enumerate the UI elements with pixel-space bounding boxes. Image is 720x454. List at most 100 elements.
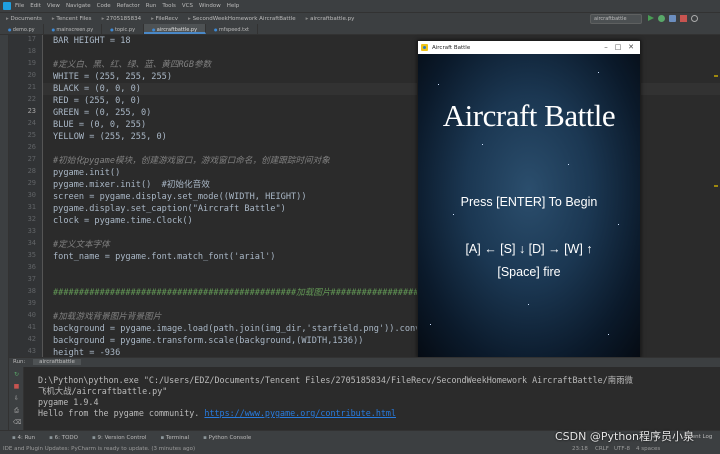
tab-topic[interactable]: topic.py xyxy=(102,24,145,34)
breadcrumb-item[interactable]: Documents xyxy=(6,16,42,22)
coverage-icon[interactable] xyxy=(669,15,676,22)
code-line[interactable]: RED = (255, 0, 0) xyxy=(53,95,141,107)
tool-tab-run[interactable]: 4: Run xyxy=(12,435,35,441)
print-icon[interactable]: ⎙ xyxy=(13,407,20,414)
breadcrumb-item[interactable]: FileRecv xyxy=(151,16,178,22)
breadcrumb-item[interactable]: SecondWeekHomework AircraftBattle xyxy=(188,16,296,22)
tool-tab-terminal[interactable]: Terminal xyxy=(160,435,189,441)
code-line[interactable]: pygame.init() xyxy=(53,167,120,179)
menu-tools[interactable]: Tools xyxy=(162,3,176,9)
code-comment[interactable]: #定义白、黑、红、绿、蓝、黄四RGB参数 xyxy=(53,59,211,71)
line-number: 29 xyxy=(27,179,36,187)
code-comment[interactable]: #加载游戏背景图片背景图片 xyxy=(53,311,161,323)
rerun-icon[interactable]: ↻ xyxy=(13,371,20,378)
run-configuration-select[interactable]: aircraftbattle xyxy=(590,14,642,24)
menu-bar: File Edit View Navigate Code Refactor Ru… xyxy=(0,0,720,12)
menu-vcs[interactable]: VCS xyxy=(182,3,193,9)
tab-mfspeed[interactable]: mfspeed.txt xyxy=(206,24,259,34)
navigation-bar: Documents Tencent Files 2705185834 FileR… xyxy=(0,12,720,24)
code-line[interactable]: font_name = pygame.font.match_font('aria… xyxy=(53,251,275,263)
breadcrumb-item[interactable]: 2705185834 xyxy=(102,16,141,22)
stop-icon[interactable] xyxy=(680,15,687,22)
line-number: 37 xyxy=(27,275,36,283)
pygame-window[interactable]: Aircraft Battle – □ ✕ Aircraft Battle Pr… xyxy=(417,40,641,358)
csdn-watermark: CSDN @Python程序员小泉 xyxy=(555,430,694,443)
code-line[interactable]: background = pygame.image.load(path.join… xyxy=(53,323,446,335)
star xyxy=(608,334,609,335)
menu-help[interactable]: Help xyxy=(227,3,240,9)
tool-tab-version-control[interactable]: 9: Version Control xyxy=(92,435,146,441)
menu-run[interactable]: Run xyxy=(146,3,157,9)
console-line: D:\Python\python.exe "C:/Users/EDZ/Docum… xyxy=(38,375,633,385)
menu-refactor[interactable]: Refactor xyxy=(117,3,140,9)
clear-icon[interactable]: ⌫ xyxy=(13,419,21,426)
debug-icon[interactable] xyxy=(658,15,665,22)
code-line[interactable]: BLUE = (0, 0, 255) xyxy=(53,119,146,131)
pygame-window-titlebar[interactable]: Aircraft Battle – □ ✕ xyxy=(418,41,640,54)
indent-setting[interactable]: 4 spaces xyxy=(636,444,660,454)
tab-mainscreen[interactable]: mainscreen.py xyxy=(44,24,103,34)
line-number: 21 xyxy=(27,83,36,91)
menu-code[interactable]: Code xyxy=(97,3,111,9)
tab-demo[interactable]: demo.py xyxy=(0,24,44,34)
game-canvas[interactable]: Aircraft Battle Press [ENTER] To Begin [… xyxy=(418,54,640,357)
code-line[interactable]: screen = pygame.display.set_mode((WIDTH,… xyxy=(53,191,307,203)
code-line[interactable]: YELLOW = (255, 255, 0) xyxy=(53,131,167,143)
run-toolbar: ↻ ■ ⇩ ⎙ ⌫ xyxy=(9,367,24,430)
code-comment[interactable]: #初始化pygame模块，创建游戏窗口，游戏窗口命名，创建跟踪时间对象 xyxy=(53,155,330,167)
console-line: pygame 1.9.4 xyxy=(38,397,99,407)
tool-tab-python-console[interactable]: Python Console xyxy=(203,435,252,441)
fire-hint: [Space] fire xyxy=(497,265,561,279)
run-icon[interactable] xyxy=(648,15,654,21)
scroll-to-end-icon[interactable]: ⇩ xyxy=(13,395,20,402)
contribute-link[interactable]: https://www.pygame.org/contribute.html xyxy=(204,408,396,418)
menu-view[interactable]: View xyxy=(47,3,60,9)
run-console[interactable]: D:\Python\python.exe "C:/Users/EDZ/Docum… xyxy=(24,367,720,430)
line-number: 27 xyxy=(27,155,36,163)
line-number: 32 xyxy=(27,215,36,223)
line-number: 25 xyxy=(27,131,36,139)
tool-tab-todo[interactable]: 6: TODO xyxy=(49,435,78,441)
breadcrumb-item[interactable]: aircraftbattle.py xyxy=(306,16,354,22)
start-prompt: Press [ENTER] To Begin xyxy=(460,195,598,209)
menu-window[interactable]: Window xyxy=(199,3,221,9)
caret-position[interactable]: 23:18 xyxy=(572,444,588,454)
run-panel-header: Run: aircraftbattle xyxy=(9,357,720,367)
close-icon[interactable]: ✕ xyxy=(624,42,638,53)
line-number: 40 xyxy=(27,311,36,319)
status-message[interactable]: IDE and Plugin Updates: PyCharm is ready… xyxy=(3,446,195,452)
scrollbar-marker[interactable] xyxy=(714,75,718,77)
star xyxy=(528,304,529,305)
code-line[interactable]: height = -936 xyxy=(53,347,120,357)
menu-file[interactable]: File xyxy=(15,3,24,9)
line-number: 42 xyxy=(27,335,36,343)
breadcrumb-item[interactable]: Tencent Files xyxy=(52,16,91,22)
line-number: 20 xyxy=(27,71,36,79)
star xyxy=(482,144,483,145)
star xyxy=(453,214,454,215)
search-icon[interactable] xyxy=(691,15,698,22)
code-line[interactable]: pygame.display.set_caption("Aircraft Bat… xyxy=(53,203,286,215)
code-line[interactable]: GREEN = (0, 255, 0) xyxy=(53,107,151,119)
line-separator[interactable]: CRLF xyxy=(595,444,609,454)
code-line[interactable]: pygame.mixer.init() #初始化音效 xyxy=(53,179,210,191)
controls-hint: [A] ← [S] ↓ [D] → [W] ↑ xyxy=(465,242,593,256)
tab-aircraftbattle[interactable]: aircraftbattle.py xyxy=(144,24,207,34)
menu-edit[interactable]: Edit xyxy=(30,3,41,9)
console-line: Hello from the pygame community. https:/… xyxy=(38,408,396,419)
code-comment[interactable]: #定义文本字体 xyxy=(53,239,110,251)
scrollbar-marker[interactable] xyxy=(714,185,718,187)
line-number: 35 xyxy=(27,251,36,259)
run-tab[interactable]: aircraftbattle xyxy=(33,359,81,365)
stop-icon[interactable]: ■ xyxy=(13,383,20,390)
menu-navigate[interactable]: Navigate xyxy=(66,3,91,9)
star xyxy=(568,164,569,165)
code-line[interactable]: background = pygame.transform.scale(back… xyxy=(53,335,363,347)
code-line[interactable]: clock = pygame.time.Clock() xyxy=(53,215,193,227)
run-panel-label: Run: xyxy=(13,359,26,365)
file-encoding[interactable]: UTF-8 xyxy=(614,444,630,454)
code-line[interactable]: BAR HEIGHT = 18 xyxy=(53,35,131,47)
code-line[interactable]: WHITE = (255, 255, 255) xyxy=(53,71,172,83)
pygame-window-title: Aircraft Battle xyxy=(432,44,471,51)
maximize-icon[interactable]: □ xyxy=(611,42,625,53)
